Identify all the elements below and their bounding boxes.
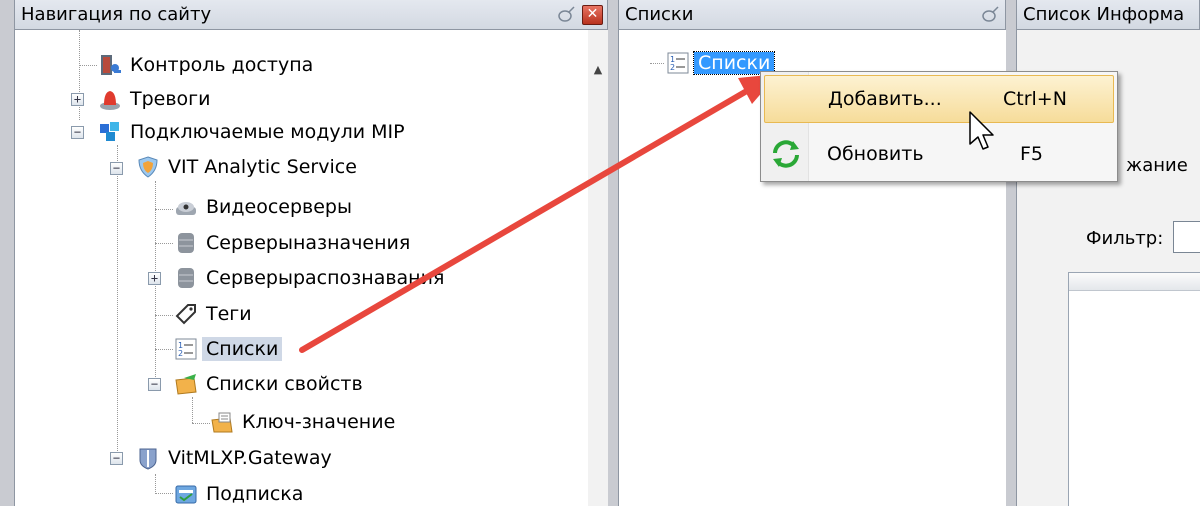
- filter-input[interactable]: [1173, 221, 1200, 253]
- tree-item-label: Списки: [202, 337, 283, 361]
- tree-item-lists-root[interactable]: 1 2 Списки: [666, 46, 776, 80]
- tree-item-vit-analytic-service[interactable]: VIT Analytic Service: [136, 150, 357, 184]
- site-navigation-header: Навигация по сайту ✕: [14, 0, 608, 30]
- collapse-icon[interactable]: −: [148, 378, 161, 391]
- server-icon: [178, 268, 194, 288]
- site-navigation-title: Навигация по сайту: [21, 4, 212, 25]
- context-menu: Добавить... Ctrl+N Обновить F5: [760, 71, 1118, 182]
- tree-item-recognition-servers[interactable]: Серверыраспознавания: [174, 261, 444, 295]
- plugin-icon: [100, 122, 119, 141]
- tree-item-tags[interactable]: Теги: [174, 297, 252, 331]
- tree-item-label: Тревоги: [130, 88, 211, 110]
- tree-item-label: Серверыназначения: [206, 232, 411, 254]
- menu-item-label: Добавить...: [828, 88, 942, 110]
- access-control-icon: [101, 55, 121, 75]
- tree-item-property-lists[interactable]: Списки свойств: [174, 367, 363, 401]
- svg-text:2: 2: [670, 63, 675, 72]
- tree-item-destination-servers[interactable]: Серверыназначения: [174, 226, 410, 260]
- menu-item-add[interactable]: Добавить... Ctrl+N: [764, 75, 1114, 123]
- expand-icon[interactable]: +: [71, 93, 84, 106]
- tree-item-mip-plugins[interactable]: Подключаемые модули MIP: [98, 115, 405, 149]
- close-icon[interactable]: ✕: [582, 5, 603, 25]
- tree-item-video-servers[interactable]: Видеосерверы: [174, 190, 352, 224]
- tree-item-subscription[interactable]: Подписка: [174, 477, 303, 506]
- collapse-icon[interactable]: −: [110, 162, 123, 175]
- tree-item-label: Серверыраспознавания: [206, 267, 445, 289]
- tree-item-label: VIT Analytic Service: [168, 156, 357, 178]
- svg-text:2: 2: [178, 349, 183, 358]
- list-icon: 1 2: [175, 338, 197, 360]
- tree-item-lists[interactable]: 1 2 Списки: [174, 332, 283, 366]
- pin-icon[interactable]: [557, 6, 575, 24]
- site-navigation-pane: Навигация по сайту ✕ ▲ Контроль доступа …: [14, 0, 608, 506]
- tree-item-label: Ключ-значение: [242, 411, 396, 433]
- menu-item-refresh[interactable]: Обновить F5: [764, 130, 1114, 178]
- mouse-cursor-icon: [969, 111, 994, 150]
- lists-pane-header: Списки: [618, 0, 1006, 30]
- refresh-icon: [773, 140, 799, 168]
- menu-item-label: Обновить: [827, 143, 924, 165]
- camera-icon: [176, 202, 196, 215]
- tree-item-label: Списки свойств: [206, 373, 363, 395]
- list-info-title: Список Информа: [1023, 4, 1185, 25]
- content-section-label: жание: [1126, 155, 1188, 176]
- list-icon: 1 2: [667, 52, 689, 74]
- collapse-icon[interactable]: −: [71, 126, 84, 139]
- subscription-icon: [175, 485, 197, 504]
- alarm-icon: [100, 91, 120, 110]
- tree-item-label: Подключаемые модули MIP: [130, 121, 405, 143]
- tree-item-label: Подписка: [206, 483, 304, 505]
- tree-item-label: Видеосерверы: [206, 196, 352, 218]
- property-list-icon: [175, 374, 197, 395]
- expand-icon[interactable]: +: [148, 272, 161, 285]
- gateway-icon: [139, 448, 157, 470]
- list-info-header: Список Информа: [1016, 0, 1200, 30]
- server-icon: [178, 233, 194, 253]
- menu-item-shortcut: Ctrl+N: [1003, 88, 1067, 110]
- tree-item-label: VitMLXP.Gateway: [168, 447, 332, 469]
- scroll-up-icon[interactable]: ▲: [588, 60, 608, 80]
- tree-item-label: Теги: [206, 303, 252, 325]
- list-view-header: [1069, 273, 1200, 291]
- tree-item-access-control[interactable]: Контроль доступа: [98, 48, 313, 82]
- lists-pane-title: Списки: [625, 4, 694, 25]
- vertical-scrollbar[interactable]: [588, 30, 608, 506]
- filter-label: Фильтр:: [1086, 228, 1164, 249]
- tree-item-alarms[interactable]: Тревоги: [98, 82, 211, 116]
- tree-item-key-value[interactable]: Ключ-значение: [210, 405, 395, 439]
- collapse-icon[interactable]: −: [110, 452, 123, 465]
- list-view[interactable]: [1068, 272, 1200, 506]
- tree-item-label: Контроль доступа: [130, 54, 314, 76]
- shield-icon: [138, 156, 158, 178]
- key-value-icon: [211, 412, 233, 433]
- pin-icon[interactable]: [981, 6, 999, 24]
- tree-item-vitmlxp-gateway[interactable]: VitMLXP.Gateway: [136, 441, 332, 475]
- menu-item-shortcut: F5: [1020, 143, 1044, 165]
- tag-icon: [175, 304, 196, 325]
